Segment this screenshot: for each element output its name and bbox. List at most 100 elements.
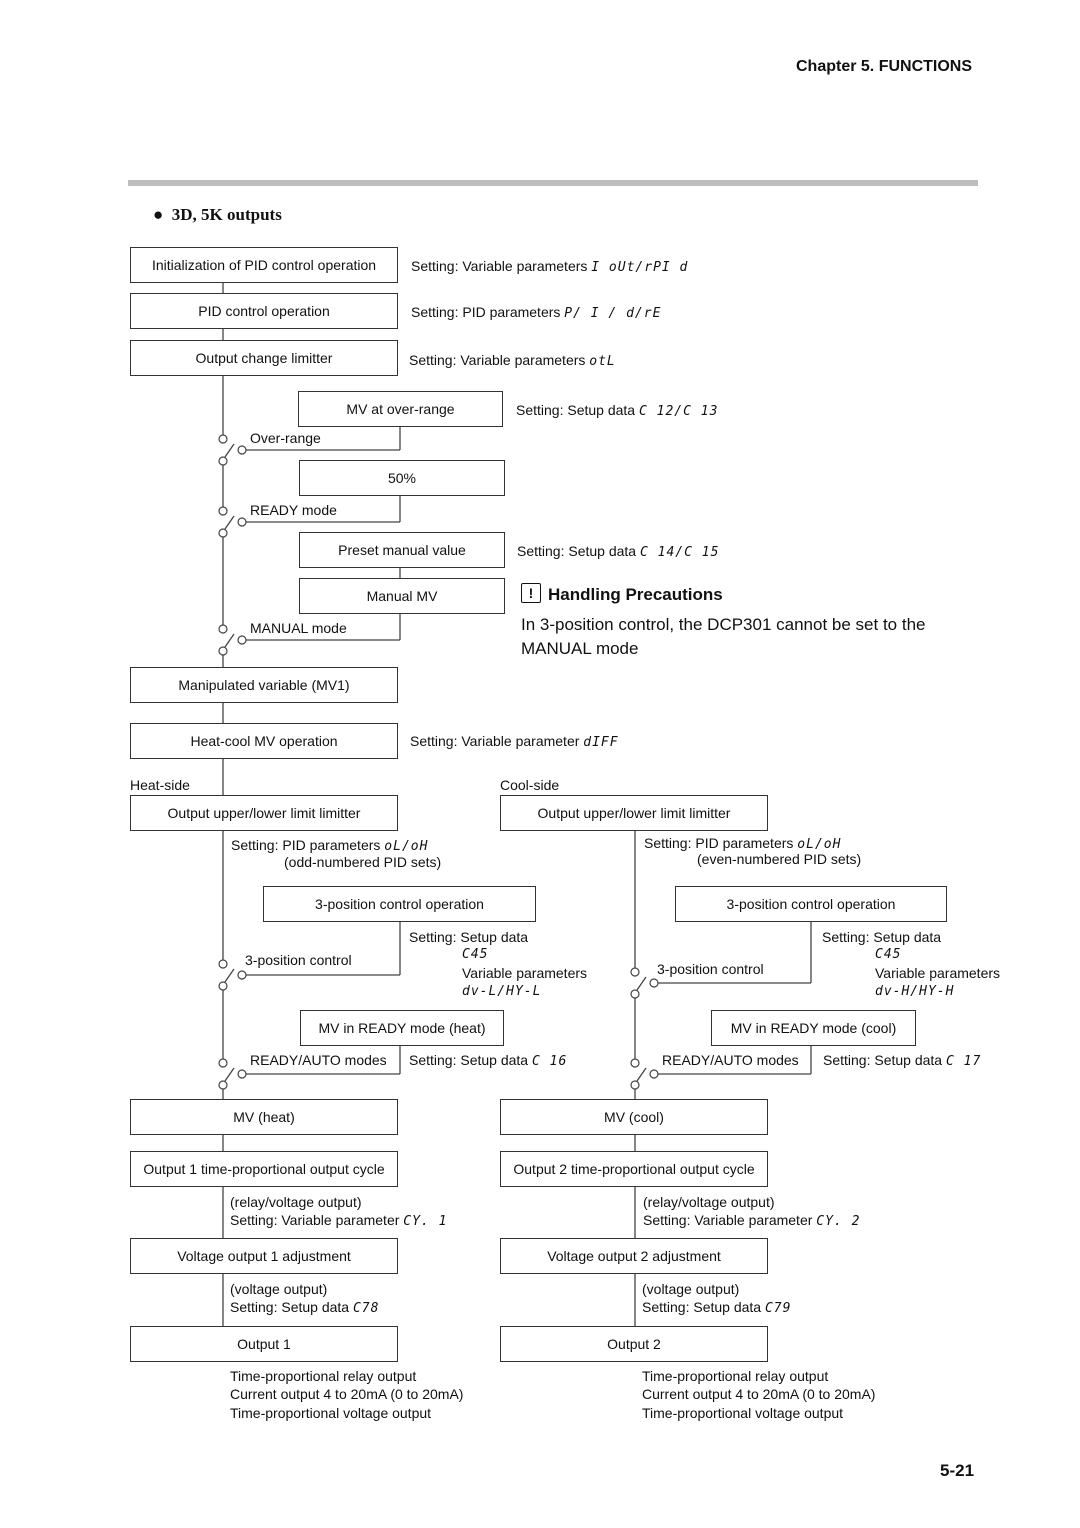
switch-label-auto-heat: READY/AUTO modes — [250, 1052, 387, 1068]
setting-3pos-cool-code: C45 — [875, 947, 902, 962]
setting-ready-cool: Setting: Setup data C 17 — [823, 1052, 982, 1069]
box-voltage-2: Voltage output 2 adjustment — [500, 1238, 768, 1274]
box-mv-cool: MV (cool) — [500, 1099, 768, 1135]
setting-limheat-note: (odd-numbered PID sets) — [284, 854, 442, 870]
switch-contact — [630, 967, 640, 977]
switch-contact — [218, 434, 228, 444]
box-init: Initialization of PID control operation — [130, 247, 398, 283]
switch-lever — [224, 1067, 235, 1082]
setting-mvover: Setting: Setup data C 12/C 13 — [516, 402, 719, 419]
box-heat-cool: Heat-cool MV operation — [130, 723, 398, 759]
setting-3pos-heat: Setting: Setup data — [409, 929, 529, 945]
switch-contact — [237, 970, 247, 980]
output2-type-1: Time-proportional relay output — [642, 1368, 829, 1384]
setting-volt1-note: (voltage output) — [230, 1281, 328, 1297]
switch-contact — [218, 981, 228, 991]
switch-contact — [218, 1058, 228, 1068]
warning-icon: ! — [521, 583, 541, 603]
box-mv-over-range: MV at over-range — [298, 391, 503, 427]
box-pid: PID control operation — [130, 293, 398, 329]
switch-label-auto-cool: READY/AUTO modes — [662, 1052, 799, 1068]
switch-contact — [649, 1069, 659, 1079]
switch-label-ready: READY mode — [250, 502, 337, 518]
box-limit-cool: Output upper/lower limit limitter — [500, 795, 768, 831]
box-limit-heat: Output upper/lower limit limitter — [130, 795, 398, 831]
setting-preset: Setting: Setup data C 14/C 15 — [517, 543, 720, 560]
switch-contact — [218, 646, 228, 656]
switch-label-3pos-cool: 3-position control — [657, 961, 764, 977]
setting-3pos-heat-code2: dv-L/HY-L — [462, 984, 542, 999]
cool-side-label: Cool-side — [500, 777, 560, 793]
page-number: 5-21 — [940, 1461, 975, 1480]
switch-label-manual: MANUAL mode — [250, 620, 347, 636]
switch-contact — [237, 635, 247, 645]
switch-contact — [630, 1080, 640, 1090]
precaution-title: Handling Precautions — [548, 585, 723, 604]
diagram-lines — [218, 283, 812, 1326]
setting-3pos-cool-label2: Variable parameters — [875, 965, 1001, 981]
output1-type-3: Time-proportional voltage output — [230, 1405, 432, 1421]
switch-lever — [224, 443, 235, 458]
box-manual-mv: Manual MV — [299, 578, 505, 614]
setting-olim: Setting: Variable parameters otL — [409, 352, 616, 369]
setting-3pos-heat-code: C45 — [462, 947, 489, 962]
setting-cycle1: Setting: Variable parameter CY. 1 — [230, 1212, 448, 1229]
switch-contact — [218, 506, 228, 516]
precaution-line-2: MANUAL mode — [521, 639, 639, 658]
setting-limcool-note: (even-numbered PID sets) — [697, 851, 862, 867]
switch-contact — [218, 456, 228, 466]
box-ready-cool: MV in READY mode (cool) — [711, 1010, 916, 1046]
output1-type-2: Current output 4 to 20mA (0 to 20mA) — [230, 1386, 464, 1402]
box-cycle-1: Output 1 time-proportional output cycle — [130, 1151, 398, 1187]
switch-contact — [218, 624, 228, 634]
setting-heatcool: Setting: Variable parameter dIFF — [410, 733, 619, 750]
setting-ready-heat: Setting: Setup data C 16 — [409, 1052, 568, 1069]
manual-page: Chapter 5. FUNCTIONS ● 3D, 5K outputs In… — [0, 0, 1080, 1528]
setting-3pos-heat-label2: Variable parameters — [462, 965, 588, 981]
setting-3pos-cool-code2: dv-H/HY-H — [875, 984, 955, 999]
precaution-line-1: In 3-position control, the DCP301 cannot… — [521, 615, 926, 634]
switch-contact — [237, 445, 247, 455]
setting-init: Setting: Variable parameters I oUt/rPI d — [411, 258, 689, 275]
switch-contact — [237, 1069, 247, 1079]
switch-lever — [224, 633, 235, 648]
setting-cycle2-note: (relay/voltage output) — [643, 1194, 775, 1210]
box-ready-heat: MV in READY mode (heat) — [300, 1010, 504, 1046]
box-preset-manual: Preset manual value — [299, 532, 505, 568]
box-mv-heat: MV (heat) — [130, 1099, 398, 1135]
switch-contact — [237, 517, 247, 527]
switch-contact — [649, 978, 659, 988]
box-3pos-cool: 3-position control operation — [675, 886, 947, 922]
box-output-2: Output 2 — [500, 1326, 768, 1362]
setting-limheat: Setting: PID parameters oL/oH — [231, 837, 429, 854]
box-50-percent: 50% — [299, 460, 505, 496]
switch-contact — [218, 528, 228, 538]
box-cycle-2: Output 2 time-proportional output cycle — [500, 1151, 768, 1187]
setting-3pos-cool: Setting: Setup data — [822, 929, 942, 945]
switch-contact — [218, 1080, 228, 1090]
setting-cycle2: Setting: Variable parameter CY. 2 — [643, 1212, 861, 1229]
box-3pos-heat: 3-position control operation — [263, 886, 536, 922]
switch-contact — [218, 959, 228, 969]
box-voltage-1: Voltage output 1 adjustment — [130, 1238, 398, 1274]
switch-lever — [224, 515, 235, 530]
output2-type-3: Time-proportional voltage output — [642, 1405, 844, 1421]
setting-volt2: Setting: Setup data C79 — [642, 1299, 792, 1316]
setting-volt2-note: (voltage output) — [642, 1281, 740, 1297]
switch-contact — [630, 989, 640, 999]
switch-label-3pos-heat: 3-position control — [245, 952, 352, 968]
output1-type-1: Time-proportional relay output — [230, 1368, 417, 1384]
setting-cycle1-note: (relay/voltage output) — [230, 1194, 362, 1210]
switch-label-overrange: Over-range — [250, 430, 321, 446]
switch-lever — [224, 968, 235, 983]
heat-side-label: Heat-side — [130, 777, 190, 793]
box-mv1: Manipulated variable (MV1) — [130, 667, 398, 703]
box-output-change-limiter: Output change limitter — [130, 340, 398, 376]
switch-contact — [630, 1058, 640, 1068]
box-output-1: Output 1 — [130, 1326, 398, 1362]
switch-lever — [636, 976, 647, 991]
setting-pid: Setting: PID parameters P/ I / d/rE — [411, 304, 662, 321]
output2-type-2: Current output 4 to 20mA (0 to 20mA) — [642, 1386, 876, 1402]
setting-volt1: Setting: Setup data C78 — [230, 1299, 380, 1316]
switch-lever — [636, 1067, 647, 1082]
